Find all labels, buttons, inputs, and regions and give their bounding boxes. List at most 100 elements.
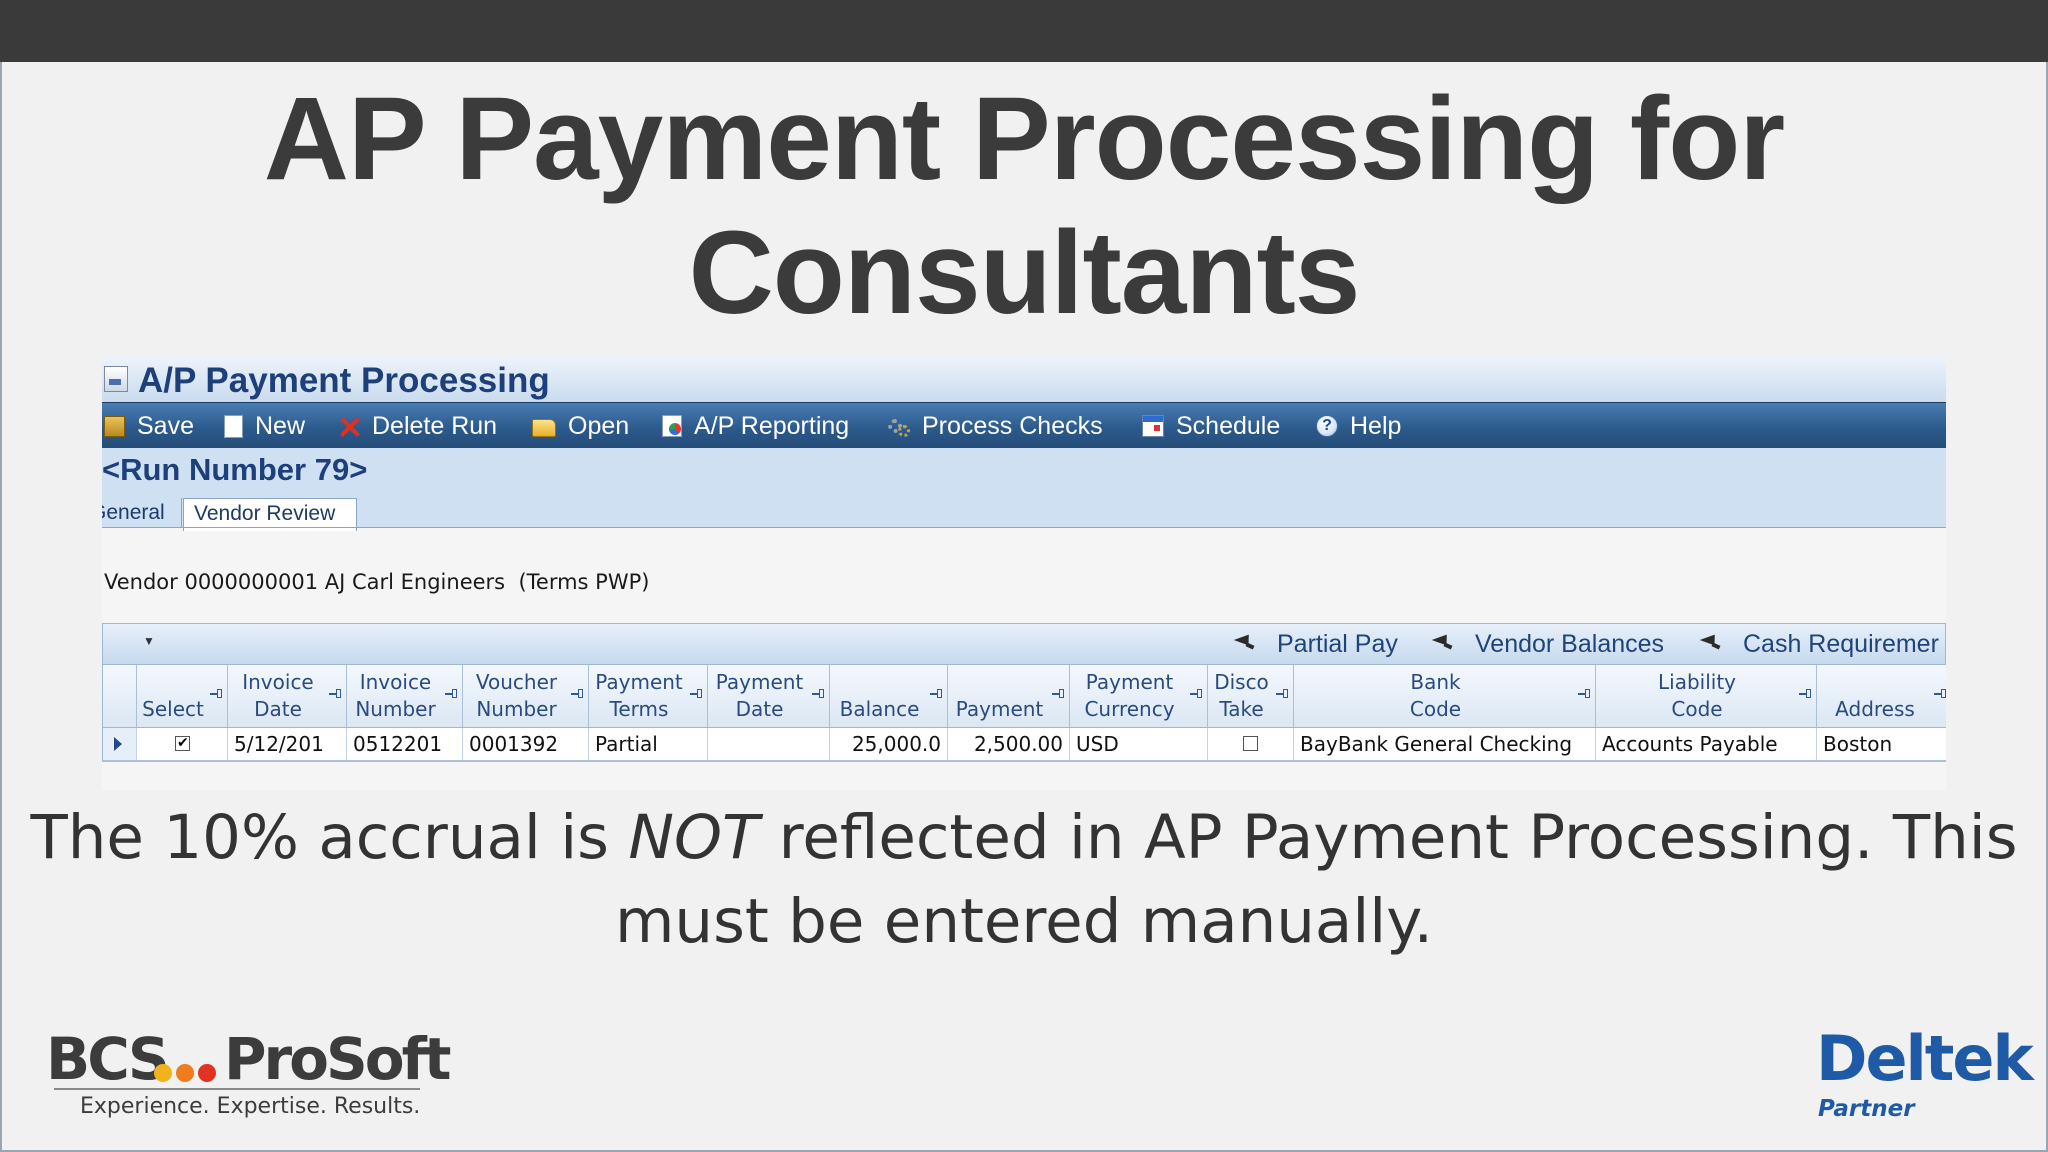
schedule-button[interactable]: Schedule <box>1142 403 1280 449</box>
pin-icon[interactable] <box>930 689 944 699</box>
grid-toolbar: ▼ Partial Pay Vendor Balances Cash Requi… <box>102 623 1946 665</box>
caption-emphasis: NOT <box>628 802 760 873</box>
column-header-address[interactable]: Address <box>1817 665 1946 727</box>
row-selector[interactable] <box>102 728 137 760</box>
column-header-select[interactable]: Select <box>137 665 228 727</box>
open-button[interactable]: Open <box>532 403 629 449</box>
grid-menu-caret-icon[interactable]: ▼ <box>143 634 155 648</box>
table-row[interactable]: 5/12/201 0512201 0001392 Partial 25,000.… <box>102 728 1946 761</box>
column-header-label: Payment Date <box>715 670 804 721</box>
cash-requirements-label: Cash Requiremer <box>1743 629 1939 658</box>
balance-cell[interactable]: 25,000.0 <box>830 728 948 760</box>
column-header-payment-terms[interactable]: Payment Terms <box>589 665 708 727</box>
column-header-voucher-number[interactable]: Voucher Number <box>463 665 589 727</box>
pin-icon[interactable] <box>1052 689 1066 699</box>
app-title-bar: A/P Payment Processing <box>102 356 1946 402</box>
column-header-label: Address <box>1835 697 1915 721</box>
column-header-label: Liability Code <box>1658 670 1736 721</box>
vendor-balances-button[interactable]: Vendor Balances <box>1433 624 1664 664</box>
select-checkbox[interactable] <box>175 728 190 758</box>
invoice-date-cell[interactable]: 5/12/201 <box>228 728 347 760</box>
app-window-icon <box>104 366 128 392</box>
save-button[interactable]: Save <box>104 403 194 449</box>
vendor-balances-label: Vendor Balances <box>1475 629 1665 658</box>
voucher-number-cell[interactable]: 0001392 <box>463 728 589 760</box>
pin-icon[interactable] <box>571 689 585 699</box>
grid-left-border <box>102 665 103 761</box>
new-label: New <box>255 411 306 440</box>
pin-icon[interactable] <box>690 689 704 699</box>
caption-line-1: The 10% accrual is NOT reflected in AP P… <box>0 796 2048 880</box>
disco-take-checkbox[interactable] <box>1243 736 1258 751</box>
bcs-logo-text: BCS <box>46 1025 170 1093</box>
ap-reporting-button[interactable]: A/P Reporting <box>662 403 849 449</box>
bcs-prosoft-logo: BCS ProSoft Experience. Expertise. Resul… <box>46 1024 452 1124</box>
column-header-payment-date[interactable]: Payment Date <box>708 665 830 727</box>
grid-header: Select Invoice Date Invoice Number Vouch… <box>102 665 1946 728</box>
vendor-info: Vendor 0000000001 AJ Carl Engineers (Ter… <box>104 570 650 594</box>
new-document-icon <box>224 414 243 438</box>
pin-icon[interactable] <box>329 689 343 699</box>
logo-rule <box>54 1088 420 1090</box>
run-number: <Run Number 79> <box>102 452 368 487</box>
column-header-label: Select <box>142 697 204 721</box>
delete-icon <box>338 415 360 437</box>
logo-dot-orange <box>176 1064 194 1082</box>
delete-run-label: Delete Run <box>372 411 498 440</box>
column-header-bank-code[interactable]: Bank Code <box>1294 665 1596 727</box>
pin-icon[interactable] <box>1578 689 1592 699</box>
liability-code-cell[interactable]: Accounts Payable <box>1596 728 1817 760</box>
tab-general[interactable]: General <box>102 498 182 528</box>
column-header-payment[interactable]: Payment <box>948 665 1070 727</box>
pin-icon[interactable] <box>1276 689 1290 699</box>
delete-run-button[interactable]: Delete Run <box>338 403 497 449</box>
column-header-invoice-number[interactable]: Invoice Number <box>347 665 463 727</box>
column-header-invoice-date[interactable]: Invoice Date <box>228 665 347 727</box>
column-header-payment-currency[interactable]: Payment Currency <box>1070 665 1208 727</box>
slide-title: AP Payment Processing for Consultants <box>0 72 2048 340</box>
pin-icon[interactable] <box>210 689 224 699</box>
column-header-label: Voucher Number <box>475 670 558 721</box>
invoice-number-cell[interactable]: 0512201 <box>347 728 463 760</box>
gears-icon <box>888 415 910 437</box>
column-header-label: Balance <box>839 697 920 721</box>
bank-code-cell[interactable]: BayBank General Checking <box>1294 728 1596 760</box>
column-header-label: Bank Code <box>1409 670 1462 721</box>
payment-date-cell[interactable] <box>708 728 830 760</box>
column-header-disco-take[interactable]: Disco Take <box>1208 665 1294 727</box>
deltek-logo-text: Deltek <box>1816 1022 2034 1095</box>
process-checks-button[interactable]: Process Checks <box>888 403 1103 449</box>
address-cell[interactable]: Boston <box>1817 728 1946 760</box>
disco-take-cell[interactable] <box>1208 728 1294 760</box>
column-header-label: Payment <box>955 697 1044 721</box>
caption-line-2: must be entered manually. <box>614 886 1434 957</box>
column-header-label: Payment Currency <box>1084 670 1175 721</box>
pin-icon[interactable] <box>812 689 826 699</box>
select-cell[interactable] <box>137 728 228 760</box>
column-header-balance[interactable]: Balance <box>830 665 948 727</box>
partial-pay-button[interactable]: Partial Pay <box>1235 624 1398 664</box>
tab-divider <box>102 527 1946 528</box>
calendar-icon <box>1142 415 1164 437</box>
payment-cell[interactable]: 2,500.00 <box>948 728 1070 760</box>
logo-dot-yellow <box>154 1064 172 1082</box>
logo-dot-red <box>198 1064 216 1082</box>
pin-icon[interactable] <box>1799 689 1813 699</box>
new-button[interactable]: New <box>224 403 305 449</box>
pin-icon[interactable] <box>1934 689 1946 699</box>
pin-icon[interactable] <box>1190 689 1204 699</box>
action-arrow-icon <box>1701 637 1721 651</box>
column-header-liability-code[interactable]: Liability Code <box>1596 665 1817 727</box>
help-button[interactable]: ? Help <box>1316 403 1401 449</box>
payment-currency-cell[interactable]: USD <box>1070 728 1208 760</box>
payment-terms-cell[interactable]: Partial <box>589 728 708 760</box>
help-icon: ? <box>1316 415 1338 437</box>
pin-icon[interactable] <box>445 689 459 699</box>
current-row-arrow-icon <box>114 737 122 751</box>
column-header-label: Invoice Number <box>355 670 436 721</box>
help-label: Help <box>1350 411 1402 440</box>
slide-title-line-2: Consultants <box>688 207 1361 339</box>
process-checks-label: Process Checks <box>922 411 1103 440</box>
cash-requirements-button[interactable]: Cash Requiremer <box>1701 624 1939 664</box>
open-label: Open <box>568 411 630 440</box>
